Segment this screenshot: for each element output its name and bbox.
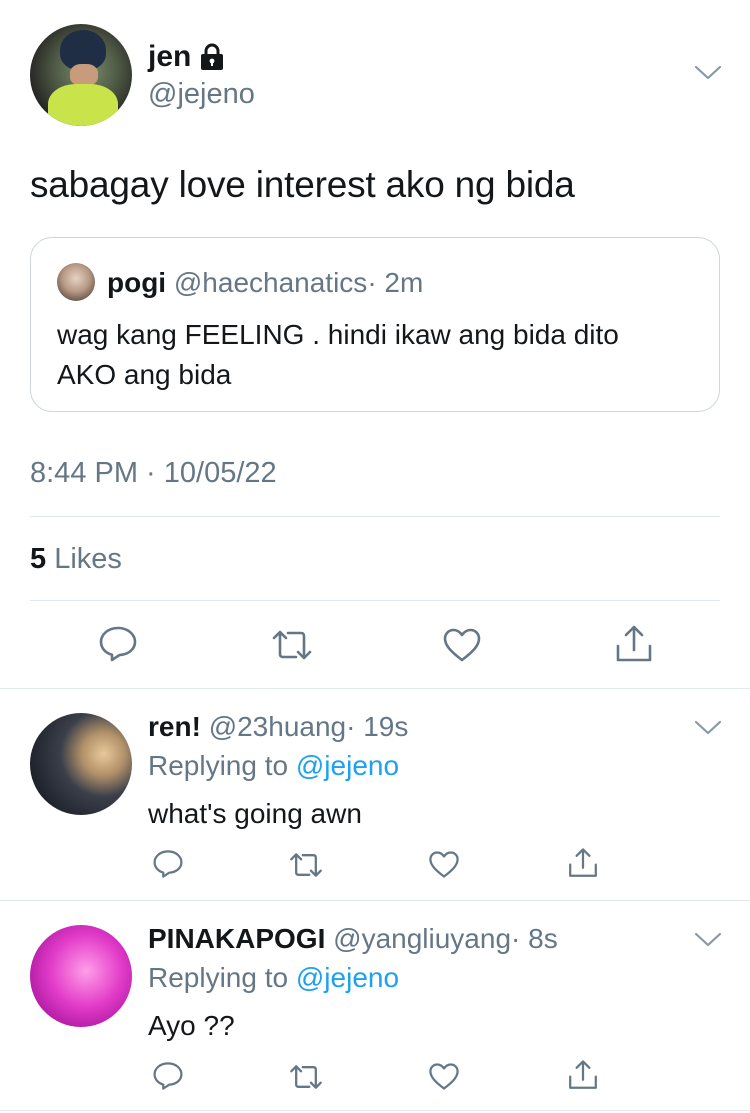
replying-prefix: Replying to [148, 750, 289, 781]
avatar[interactable] [30, 713, 132, 815]
reply-header: PINAKAPOGI @yangliuyang· 8s [148, 923, 558, 955]
divider [30, 600, 720, 601]
share-icon[interactable] [567, 1059, 599, 1091]
reply-header: ren! @23huang· 19s [148, 711, 408, 743]
divider [0, 1110, 750, 1111]
author-handle[interactable]: @jejeno [148, 78, 255, 111]
chevron-down-icon[interactable] [694, 931, 722, 949]
quoted-tweet-card[interactable]: pogi @haechanatics· 2m wag kang FEELING … [30, 237, 720, 412]
heart-icon[interactable] [442, 627, 482, 663]
reply-author-handle[interactable]: @yangliuyang [333, 923, 511, 954]
reply-time: · 8s [511, 923, 558, 954]
retweet-icon[interactable] [270, 628, 314, 662]
main-tweet: jen @jejeno sabagay love interest ako ng… [0, 0, 750, 688]
reply-author-name[interactable]: PINAKAPOGI [148, 923, 325, 954]
lock-icon [199, 43, 225, 71]
divider [30, 516, 720, 517]
quoted-text-line-1: wag kang FEELING . hindi ikaw ang bida d… [57, 319, 619, 350]
reply-author-name[interactable]: ren! [148, 711, 201, 742]
likes-stat[interactable]: 5 Likes [30, 543, 122, 576]
retweet-icon[interactable] [288, 851, 324, 879]
share-icon[interactable] [567, 847, 599, 879]
heart-icon[interactable] [428, 1062, 460, 1091]
reply-icon[interactable] [98, 625, 138, 663]
chevron-down-icon[interactable] [694, 719, 722, 737]
mention-link[interactable]: @jejeno [296, 962, 399, 993]
reply-author-handle[interactable]: @23huang [209, 711, 346, 742]
quoted-time: · 2m [367, 267, 424, 298]
retweet-icon[interactable] [288, 1063, 324, 1091]
replying-prefix: Replying to [148, 962, 289, 993]
mention-link[interactable]: @jejeno [296, 750, 399, 781]
replying-to: Replying to @jejeno [148, 750, 399, 782]
reply-time: · 19s [346, 711, 409, 742]
author-display-name[interactable]: jen [148, 40, 191, 74]
share-icon[interactable] [614, 624, 654, 664]
chevron-down-icon[interactable] [694, 64, 722, 82]
tweet-timestamp: 8:44 PM · 10/05/22 [30, 457, 277, 489]
avatar[interactable] [30, 925, 132, 1027]
quoted-tweet-text: wag kang FEELING . hindi ikaw ang bida d… [57, 315, 697, 395]
reply-icon[interactable] [152, 849, 184, 879]
quoted-text-line-2: AKO ang bida [57, 359, 232, 390]
tweet-text: sabagay love interest ako ng bida [30, 164, 575, 205]
reply-text: what's going awn [148, 798, 362, 829]
author-name-row[interactable]: jen [148, 40, 225, 74]
quoted-author-name: pogi [107, 267, 167, 298]
quoted-tweet-header: pogi @haechanatics· 2m [107, 267, 423, 299]
reply-text: Ayo ?? [148, 1010, 235, 1041]
tweet-detail-page: jen @jejeno sabagay love interest ako ng… [0, 0, 750, 1113]
replying-to: Replying to @jejeno [148, 962, 399, 994]
avatar [57, 263, 95, 301]
reply-icon[interactable] [152, 1061, 184, 1091]
quoted-author-handle: @haechanatics [173, 267, 368, 298]
likes-label: Likes [54, 543, 122, 575]
reply-tweet[interactable]: ren! @23huang· 19s Replying to @jejeno w… [0, 689, 750, 900]
avatar[interactable] [30, 24, 132, 126]
heart-icon[interactable] [428, 850, 460, 879]
likes-count: 5 [30, 543, 47, 575]
reply-tweet[interactable]: PINAKAPOGI @yangliuyang· 8s Replying to … [0, 901, 750, 1110]
